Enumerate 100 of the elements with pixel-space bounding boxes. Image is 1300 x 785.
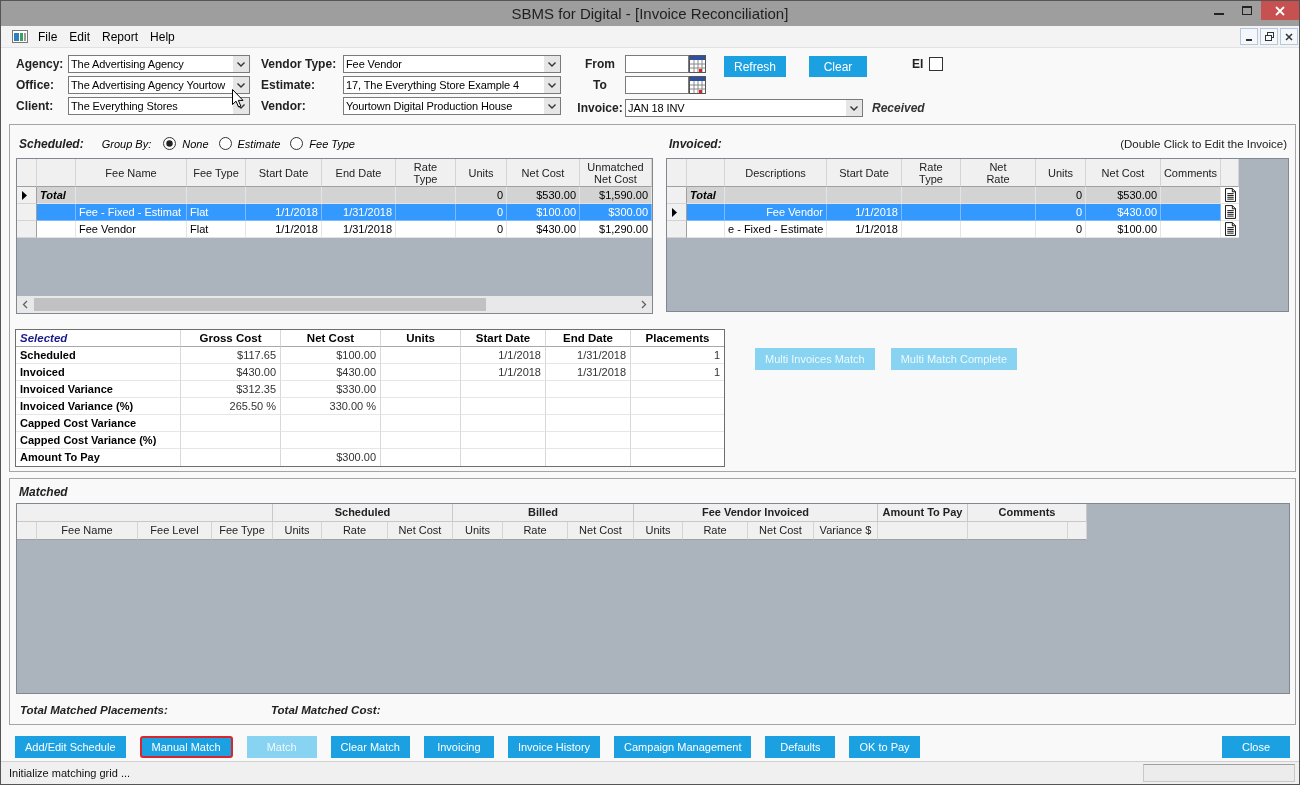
status-message: Initialize matching grid ... — [9, 767, 131, 779]
dropdown[interactable]: JAN 18 INV — [625, 99, 863, 117]
column-header[interactable]: Units — [634, 522, 683, 540]
table-cell: $100.00 — [281, 347, 381, 364]
document-icon[interactable] — [1224, 205, 1236, 219]
table-cell: $430.00 — [181, 364, 281, 381]
menu-item[interactable]: File — [32, 26, 64, 47]
app-icon[interactable] — [12, 30, 28, 43]
column-header[interactable]: Net Cost — [748, 522, 814, 540]
column-header[interactable]: Start Date — [246, 159, 322, 187]
total-label: Total Matched Placements: — [20, 704, 169, 716]
grid-row[interactable]: Fee Vendor Flat 1/1/2018 1/31/2018 0 $430.00 $1,290.00 — [17, 221, 652, 238]
calendar-icon[interactable] — [689, 55, 706, 73]
menu-item[interactable]: Report — [96, 26, 145, 47]
column-header[interactable]: Units — [273, 522, 322, 540]
column-header[interactable]: End Date — [322, 159, 396, 187]
column-header[interactable]: Unmatched Net Cost — [580, 159, 652, 187]
date-field[interactable] — [625, 55, 689, 73]
row-label: Invoiced Variance — [16, 381, 181, 398]
grid-row[interactable]: e - Fixed - Estimate 1/1/2018 0 $100.00 — [667, 221, 1239, 238]
column-header[interactable]: Rate — [683, 522, 748, 540]
column-header[interactable]: Net Cost — [568, 522, 634, 540]
table-cell: $330.00 — [281, 381, 381, 398]
table-cell: 1 — [631, 364, 724, 381]
section-title: Scheduled: — [19, 136, 84, 151]
scrollbar-thumb[interactable] — [34, 298, 486, 311]
column-header[interactable]: Fee Name — [37, 522, 138, 540]
column-header[interactable]: Fee Type — [212, 522, 273, 540]
row-header-cell[interactable] — [17, 187, 37, 204]
column-header: End Date — [546, 330, 631, 347]
table-cell: 1/1/2018 — [461, 364, 546, 381]
table-cell: $1,290.00 — [580, 221, 652, 238]
calendar-icon[interactable] — [689, 76, 706, 94]
row-header-cell[interactable] — [667, 221, 687, 238]
column-group-header: Scheduled — [273, 504, 453, 522]
row-label: Capped Cost Variance (%) — [16, 432, 181, 449]
row-header-cell[interactable] — [667, 187, 687, 204]
dropdown[interactable]: Yourtown Digital Production House — [343, 97, 561, 115]
column-group-header: Comments — [968, 504, 1087, 522]
menu-item[interactable]: Edit — [63, 26, 97, 47]
column-group-header: Fee Vendor Invoiced — [634, 504, 878, 522]
grid-row[interactable]: Total 0 $530.00 $1,590.00 — [17, 187, 652, 204]
radio-option[interactable]: Fee Type — [290, 137, 355, 150]
column-header[interactable]: Variance $ — [814, 522, 878, 540]
restore-button[interactable] — [1260, 28, 1278, 45]
column-header[interactable]: Comments — [1161, 159, 1221, 187]
row-header-cell[interactable] — [17, 221, 37, 238]
menu-item[interactable]: Help — [144, 26, 181, 47]
table-cell: 1 — [631, 347, 724, 364]
dropdown[interactable]: The Everything Stores — [68, 97, 250, 115]
column-header[interactable]: Net Cost — [388, 522, 453, 540]
column-header[interactable]: Fee Type — [187, 159, 246, 187]
column-header[interactable]: Net Rate — [961, 159, 1036, 187]
table-cell: $117.65 — [181, 347, 281, 364]
column-header[interactable]: Units — [453, 522, 503, 540]
date-field[interactable] — [625, 76, 689, 94]
close-button[interactable] — [1280, 28, 1298, 45]
column-header[interactable]: Start Date — [827, 159, 902, 187]
window-title: SBMS for Digital - [Invoice Reconciliation] — [511, 5, 789, 22]
column-header[interactable]: Descriptions — [725, 159, 827, 187]
column-header[interactable]: Units — [456, 159, 507, 187]
field-label: Vendor: — [261, 99, 307, 113]
field-label: Estimate: — [261, 78, 317, 92]
table-cell: 1/1/2018 — [246, 221, 322, 238]
column-group-header: Amount To Pay — [878, 504, 968, 522]
row-header-cell[interactable] — [667, 204, 687, 221]
radio-option[interactable]: Estimate — [218, 137, 281, 150]
maximize-icon — [1242, 6, 1252, 15]
document-icon[interactable] — [1224, 188, 1236, 202]
column-header[interactable]: Net Cost — [507, 159, 580, 187]
table-cell: 1/31/2018 — [546, 347, 631, 364]
column-header[interactable]: Rate — [503, 522, 568, 540]
close-icon — [1285, 32, 1293, 41]
group-by-label: Group By: — [101, 137, 152, 150]
column-group-header: Billed — [453, 504, 634, 522]
minimize-icon — [1246, 39, 1252, 41]
table-cell: Flat — [187, 221, 246, 238]
dropdown[interactable]: Fee Vendor — [343, 55, 561, 73]
column-header[interactable]: Rate Type — [902, 159, 961, 187]
table-cell: 265.50 % — [181, 398, 281, 415]
dropdown[interactable]: The Advertising Agency Yourtow — [68, 76, 250, 94]
dropdown[interactable]: 17, The Everything Store Example 4 — [343, 76, 561, 94]
row-header-cell[interactable] — [17, 204, 37, 221]
restore-icon — [1264, 32, 1274, 41]
column-header[interactable]: Rate Type — [396, 159, 456, 187]
dropdown[interactable]: The Advertising Agency — [68, 55, 250, 73]
table-cell: $430.00 — [507, 221, 580, 238]
column-header[interactable]: Fee Level — [138, 522, 212, 540]
radio-option[interactable]: None — [163, 137, 209, 150]
triangle-icon — [672, 207, 677, 217]
minimize-icon — [1214, 12, 1224, 15]
column-header[interactable]: Units — [1036, 159, 1086, 187]
grid-row[interactable]: Total 0 $530.00 — [667, 187, 1239, 204]
column-header[interactable]: Rate — [322, 522, 388, 540]
column-header[interactable]: Net Cost — [1086, 159, 1161, 187]
checkbox[interactable] — [929, 57, 944, 71]
minimize-button[interactable] — [1240, 28, 1258, 45]
column-header[interactable]: Fee Name — [76, 159, 187, 187]
document-icon[interactable] — [1224, 222, 1236, 236]
invoice-status: Received — [872, 101, 925, 115]
